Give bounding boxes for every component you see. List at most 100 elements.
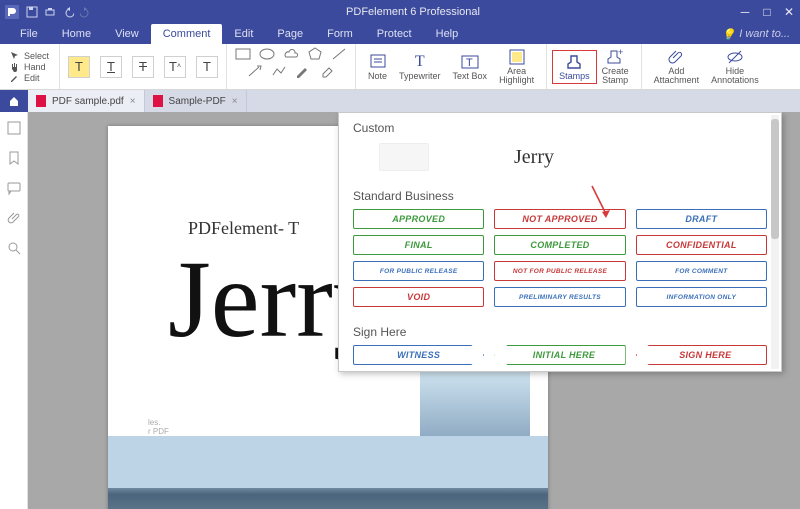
area-highlight-button[interactable]: Area Highlight (493, 46, 540, 87)
menu-protect[interactable]: Protect (365, 24, 424, 44)
close-tab-2[interactable]: × (232, 96, 238, 107)
typewriter-icon: T (411, 53, 429, 71)
qat-save-icon[interactable] (26, 6, 38, 18)
annotation-arrow (588, 184, 618, 224)
lightbulb-icon: 💡 (722, 28, 736, 41)
typewriter-button[interactable]: TTypewriter (393, 51, 447, 83)
ribbon: Select Hand Edit T T T T˄ T Note TTypewr… (0, 44, 800, 90)
qat-redo-icon[interactable] (80, 6, 92, 18)
window-title: PDFelement 6 Professional (92, 6, 734, 18)
shape-rect-icon[interactable] (235, 47, 251, 61)
create-stamp-button[interactable]: +Create Stamp (596, 46, 635, 87)
maximize-button[interactable]: □ (756, 0, 778, 24)
stamp-information-only[interactable]: INFORMATION ONLY (636, 287, 767, 307)
menu-page[interactable]: Page (265, 24, 315, 44)
search-icon[interactable] (6, 240, 22, 256)
stamp-sign-here[interactable]: SIGN HERE (636, 345, 767, 365)
svg-text:+: + (618, 48, 623, 57)
titlebar: PDFelement 6 Professional ─ □ ✕ (0, 0, 800, 24)
stamp-final[interactable]: FINAL (353, 235, 484, 255)
pencil-tool-icon[interactable] (295, 64, 311, 78)
close-tab-1[interactable]: × (130, 96, 136, 107)
bookmarks-icon[interactable] (6, 150, 22, 166)
highlight-tool[interactable]: T (68, 56, 90, 78)
svg-text:T: T (466, 57, 473, 69)
section-custom: Custom (339, 113, 781, 139)
shape-polyline-icon[interactable] (271, 64, 287, 78)
comments-icon[interactable] (6, 180, 22, 196)
document-viewport[interactable]: PDFelement- T Jerry les. r PDF Custom Je… (28, 112, 800, 509)
menu-comment[interactable]: Comment (151, 24, 223, 44)
close-button[interactable]: ✕ (778, 0, 800, 24)
stamp-confidential[interactable]: CONFIDENTIAL (636, 235, 767, 255)
doc-tab-2[interactable]: Sample-PDF × (145, 90, 247, 112)
note-button[interactable]: Note (362, 51, 393, 83)
menu-edit[interactable]: Edit (222, 24, 265, 44)
section-sign-here: Sign Here (339, 317, 781, 343)
stamp-preliminary-results[interactable]: PRELIMINARY RESULTS (494, 287, 625, 307)
qat-undo-icon[interactable] (62, 6, 74, 18)
hide-annotations-button[interactable]: Hide Annotations (705, 46, 765, 87)
tool-edit[interactable]: Edit (10, 73, 49, 83)
panel-scrollbar[interactable] (771, 115, 779, 369)
menu-form[interactable]: Form (315, 24, 365, 44)
side-toolbar (0, 112, 28, 509)
tool-select[interactable]: Select (10, 51, 49, 61)
stamp-void[interactable]: VOID (353, 287, 484, 307)
stamp-for-comment[interactable]: FOR COMMENT (636, 261, 767, 281)
hide-icon (726, 48, 744, 66)
stamp-not-for-public-release[interactable]: NOT FOR PUBLIC RELEASE (494, 261, 625, 281)
main-area: PDFelement- T Jerry les. r PDF Custom Je… (0, 112, 800, 509)
minimize-button[interactable]: ─ (734, 0, 756, 24)
caret-tool[interactable]: T˄ (164, 56, 186, 78)
stamps-button[interactable]: Stamps (553, 51, 596, 83)
eraser-tool-icon[interactable] (319, 64, 335, 78)
custom-stamp-signature[interactable]: Jerry (509, 143, 559, 171)
menubar: File Home View Comment Edit Page Form Pr… (0, 24, 800, 44)
pdf-icon (36, 95, 46, 107)
doc-tab-1-label: PDF sample.pdf (52, 96, 124, 107)
shape-arrow-icon[interactable] (247, 64, 263, 78)
shape-line-icon[interactable] (331, 47, 347, 61)
app-icon (0, 0, 24, 24)
menu-file[interactable]: File (8, 24, 50, 44)
stamp-approved[interactable]: APPROVED (353, 209, 484, 229)
menu-home[interactable]: Home (50, 24, 103, 44)
textbox-icon: T (461, 53, 479, 71)
strikethrough-tool[interactable]: T (132, 56, 154, 78)
shape-polygon-icon[interactable] (307, 47, 323, 61)
inline-image-1 (420, 370, 530, 442)
section-standard-business: Standard Business (339, 181, 781, 207)
stamp-completed[interactable]: COMPLETED (494, 235, 625, 255)
area-highlight-icon (508, 48, 526, 66)
search-help[interactable]: 💡 I want to... (722, 28, 790, 41)
attachment-icon (667, 48, 685, 66)
menu-view[interactable]: View (103, 24, 151, 44)
attachments-icon[interactable] (6, 210, 22, 226)
textbox-button[interactable]: TText Box (447, 51, 494, 83)
document-tabs: PDF sample.pdf × Sample-PDF × (0, 90, 800, 112)
home-tab[interactable] (0, 90, 28, 112)
inline-image-2 (108, 436, 548, 509)
pdf-icon (153, 95, 163, 107)
underline-tool[interactable]: T (100, 56, 122, 78)
custom-stamp-blank[interactable] (379, 143, 429, 171)
doc-tab-1[interactable]: PDF sample.pdf × (28, 90, 145, 112)
note-icon (369, 53, 387, 71)
shape-oval-icon[interactable] (259, 47, 275, 61)
squiggly-tool[interactable]: T (196, 56, 218, 78)
stamp-for-public-release[interactable]: FOR PUBLIC RELEASE (353, 261, 484, 281)
search-placeholder: I want to... (739, 28, 790, 40)
stamps-dropdown-panel: Custom Jerry Standard Business APPROVED N… (338, 112, 782, 372)
stamps-icon (565, 53, 583, 71)
stamp-witness[interactable]: WITNESS (353, 345, 484, 365)
menu-help[interactable]: Help (424, 24, 471, 44)
create-stamp-icon: + (606, 48, 624, 66)
thumbnails-icon[interactable] (6, 120, 22, 136)
stamp-initial-here[interactable]: INITIAL HERE (494, 345, 625, 365)
stamp-draft[interactable]: DRAFT (636, 209, 767, 229)
qat-print-icon[interactable] (44, 6, 56, 18)
add-attachment-button[interactable]: Add Attachment (648, 46, 706, 87)
shape-cloud-icon[interactable] (283, 47, 299, 61)
tool-hand[interactable]: Hand (10, 62, 49, 72)
